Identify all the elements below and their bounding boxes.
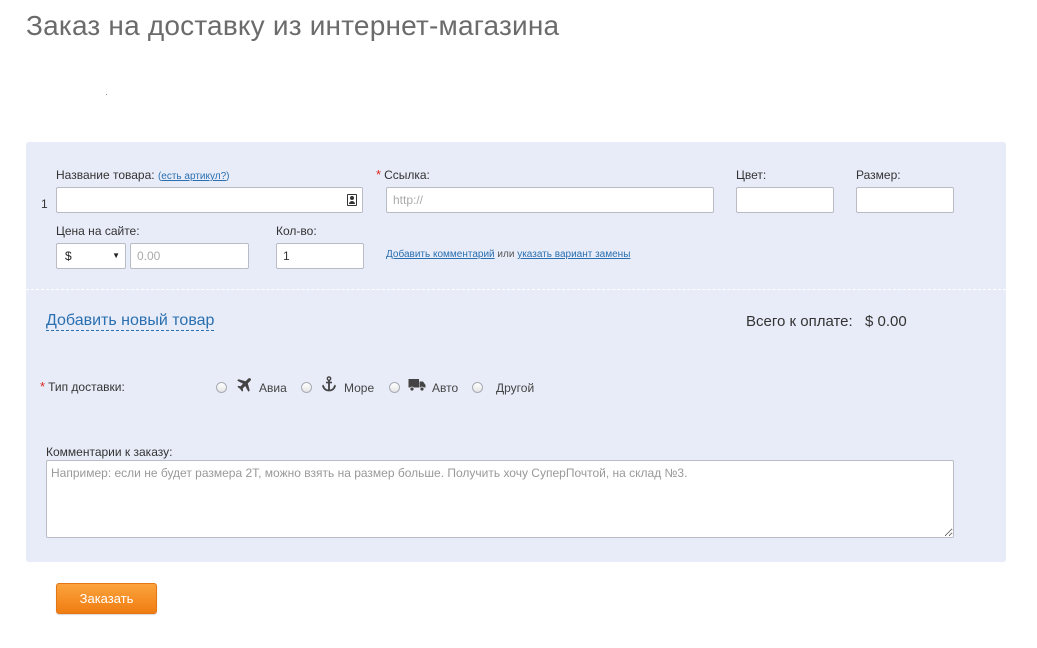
row-number: 1 xyxy=(41,197,48,211)
size-input[interactable] xyxy=(856,187,954,213)
product-name-input[interactable] xyxy=(56,187,363,213)
anchor-icon xyxy=(322,376,336,392)
price-label: Цена на сайте: xyxy=(56,224,140,238)
delivery-label-wrap: * Тип доставки: xyxy=(40,379,125,394)
truck-icon xyxy=(408,379,426,392)
submit-order-button[interactable]: Заказать xyxy=(56,583,157,614)
required-mark: * xyxy=(376,167,382,182)
product-name-label: Название товара: xyxy=(56,168,155,182)
total-label: Всего к оплате: xyxy=(746,313,853,330)
quantity-input[interactable] xyxy=(276,243,364,269)
delivery-radio-auto[interactable] xyxy=(389,382,400,393)
airplane-icon xyxy=(237,378,251,392)
delivery-radio-sea[interactable] xyxy=(301,382,312,393)
currency-select[interactable]: $ ▼ xyxy=(56,243,126,269)
url-label: Ссылка: xyxy=(384,168,430,182)
delivery-option-sea[interactable]: Море xyxy=(344,381,374,395)
price-input[interactable] xyxy=(130,243,249,269)
comments-textarea[interactable] xyxy=(46,460,954,538)
url-label-wrap: * Ссылка: xyxy=(376,167,430,182)
currency-value: $ xyxy=(65,249,72,263)
order-form-panel: 1 Название товара: (есть артикул?) * Ссыл… xyxy=(26,142,1006,562)
required-mark: * xyxy=(40,379,46,394)
page-title: Заказ на доставку из интернет-магазина xyxy=(26,10,560,41)
url-input[interactable] xyxy=(386,187,714,213)
total-value: $ 0.00 xyxy=(865,313,907,330)
comment-links: Добавить комментарий или указать вариант… xyxy=(386,249,630,260)
add-item-link[interactable]: Добавить новый товар xyxy=(46,312,215,331)
color-label: Цвет: xyxy=(736,168,767,182)
size-label: Размер: xyxy=(856,168,901,182)
dropdown-arrow-icon: ▼ xyxy=(112,251,120,260)
quantity-label: Кол-во: xyxy=(276,224,317,238)
article-link[interactable]: есть артикул? xyxy=(161,171,226,182)
delivery-option-other[interactable]: Другой xyxy=(496,381,534,395)
delivery-label: Тип доставки: xyxy=(48,380,125,394)
product-name-label-wrap: Название товара: (есть артикул?) xyxy=(56,168,230,182)
delivery-option-avia[interactable]: Авиа xyxy=(259,381,287,395)
comments-label: Комментарии к заказу: xyxy=(46,445,173,459)
delivery-radio-other[interactable] xyxy=(472,382,483,393)
delivery-radio-avia[interactable] xyxy=(216,382,227,393)
color-input[interactable] xyxy=(736,187,834,213)
delivery-option-auto[interactable]: Авто xyxy=(432,381,458,395)
section-divider xyxy=(26,289,1006,290)
or-text: или xyxy=(497,249,515,260)
replacement-link[interactable]: указать вариант замены xyxy=(517,249,630,260)
add-comment-link[interactable]: Добавить комментарий xyxy=(386,249,495,260)
decorative-dot xyxy=(106,94,107,95)
contact-card-icon[interactable] xyxy=(347,194,357,206)
article-link-close: ) xyxy=(226,171,230,182)
